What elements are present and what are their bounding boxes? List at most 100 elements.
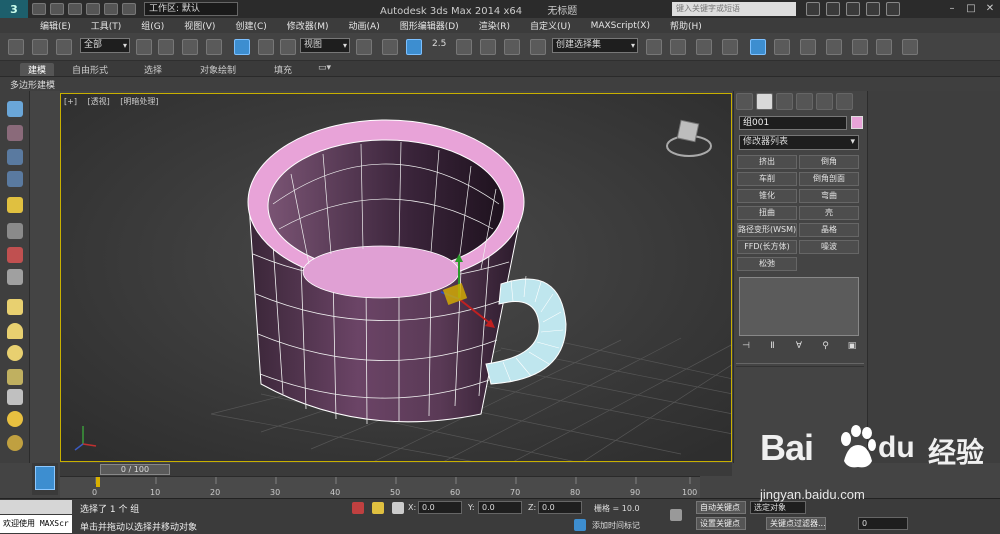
layer-manager-icon[interactable] [722,39,738,55]
modifier-noise-button[interactable]: 噪波 [799,240,859,254]
modifier-bevel-button[interactable]: 倒角 [799,155,859,169]
spinner-snap-icon[interactable] [504,39,520,55]
track-bar[interactable]: 0 10 20 30 40 50 60 70 80 90 100 [60,476,700,498]
modifier-bend-button[interactable]: 弯曲 [799,189,859,203]
material-icon[interactable] [7,125,23,141]
grid-icon[interactable] [7,171,23,187]
schematic-view-icon[interactable] [800,39,816,55]
modifier-relax-button[interactable]: 松弛 [737,257,797,271]
modifier-shell-button[interactable]: 壳 [799,206,859,220]
select-object-icon[interactable] [136,39,152,55]
mirror-icon[interactable] [646,39,662,55]
camera-icon[interactable] [7,223,23,239]
time-tag-icon[interactable] [574,519,586,531]
object-name-field[interactable]: 组001 [739,116,847,130]
select-move-icon[interactable] [234,39,250,55]
polygon-modeling-label[interactable]: 多边形建模 [10,78,55,91]
lock-selection-icon[interactable] [372,502,384,514]
perspective-viewport[interactable]: [+] [透视] [明暗处理] [60,93,732,462]
menu-group[interactable]: 组(G) [141,19,164,32]
create-tab-icon[interactable] [736,93,753,110]
subscription-icon[interactable] [826,2,840,16]
menu-edit[interactable]: 编辑(E) [40,19,71,32]
menu-create[interactable]: 创建(C) [235,19,266,32]
time-slider[interactable]: 0 / 100 [60,463,732,476]
link-icon[interactable] [8,39,24,55]
rendered-frame-icon[interactable] [876,39,892,55]
graphite-toolbar-icon[interactable] [750,39,766,55]
window-crossing-icon[interactable] [206,39,222,55]
select-manipulate-icon[interactable] [382,39,398,55]
mug-model[interactable] [247,119,525,425]
display-tab-icon[interactable] [816,93,833,110]
menu-tools[interactable]: 工具(T) [91,19,122,32]
layer-explorer-icon[interactable] [696,39,712,55]
auto-key-button[interactable]: 自动关键点 [696,501,746,514]
render-production-icon[interactable] [902,39,918,55]
y-coord-field[interactable]: 0.0 [478,501,522,514]
menu-graph-editors[interactable]: 图形编辑器(D) [400,19,459,32]
object-color-swatch[interactable] [851,116,863,129]
teapot-icon[interactable] [7,101,23,117]
unlink-icon[interactable] [32,39,48,55]
viewport-menu-shading[interactable]: [明暗处理] [120,97,158,106]
mini-listener-button[interactable] [32,463,58,495]
tab-populate[interactable]: 填充 [266,63,300,76]
show-end-result-icon[interactable]: Ⅱ [766,341,780,353]
menu-customize[interactable]: 自定义(U) [530,19,571,32]
add-time-tag-button[interactable]: 添加时间标记 [592,520,640,531]
layer-icon[interactable] [7,149,23,165]
material-editor-icon[interactable] [826,39,842,55]
maxscript-listener[interactable]: 欢迎使用 MAXScr [0,515,72,533]
hierarchy-tab-icon[interactable] [776,93,793,110]
pivot-center-icon[interactable] [356,39,372,55]
menu-maxscript[interactable]: MAXScript(X) [591,21,650,31]
sun-icon[interactable] [7,411,23,427]
viewport-menu-plus[interactable]: [+] [64,97,77,106]
absolute-mode-icon[interactable] [392,502,404,514]
modifier-bevel-profile-button[interactable]: 倒角剖面 [799,172,859,186]
workspace-dropdown[interactable]: 工作区: 默认 [144,2,238,16]
modifier-extrude-button[interactable]: 挤出 [737,155,797,169]
ribbon-options-icon[interactable]: ▭▾ [310,63,339,76]
save-file-icon[interactable] [68,3,82,15]
maximize-icon[interactable]: □ [963,2,979,16]
helpers-icon[interactable] [7,247,23,263]
tab-object-paint[interactable]: 对象绘制 [192,63,244,76]
menu-help[interactable]: 帮助(H) [670,19,702,32]
modifier-list-dropdown[interactable]: 修改器列表 [739,135,859,150]
light-icon[interactable] [7,197,23,213]
close-icon[interactable]: ✕ [982,2,998,16]
select-rotate-icon[interactable] [258,39,274,55]
named-selection-dropdown[interactable]: 创建选择集 [552,38,638,53]
edit-named-selection-icon[interactable] [530,39,546,55]
select-by-name-icon[interactable] [158,39,174,55]
communication-icon[interactable] [846,2,860,16]
tab-selection[interactable]: 选择 [136,63,170,76]
help-icon[interactable] [886,2,900,16]
redo-icon[interactable] [104,3,118,15]
tab-freeform[interactable]: 自由形式 [64,63,116,76]
rect-selection-icon[interactable] [182,39,198,55]
modifier-lattice-button[interactable]: 晶格 [799,223,859,237]
open-file-icon[interactable] [50,3,64,15]
dome-icon[interactable] [7,323,23,339]
viewport-menu-view[interactable]: [透视] [88,97,110,106]
pin-stack-icon[interactable]: ⊣ [739,341,753,353]
time-slider-thumb[interactable]: 0 / 100 [100,464,170,475]
bind-space-warp-icon[interactable] [56,39,72,55]
binoculars-icon[interactable] [806,2,820,16]
remove-modifier-icon[interactable]: ⚲ [819,341,833,353]
maxscript-listener-top[interactable] [0,500,72,514]
utilities-tab-icon[interactable] [836,93,853,110]
select-scale-icon[interactable] [280,39,296,55]
new-file-icon[interactable] [32,3,46,15]
modifier-path-deform-button[interactable]: 路径变形(WSM) [737,223,797,237]
modifier-stack[interactable] [739,277,859,336]
search-input[interactable]: 键入关键字或短语 [672,2,796,16]
favorites-icon[interactable] [866,2,880,16]
tab-modeling[interactable]: 建模 [20,63,55,76]
sphere-icon[interactable] [7,345,23,361]
box-icon[interactable] [7,299,23,315]
ball-icon[interactable] [7,435,23,451]
